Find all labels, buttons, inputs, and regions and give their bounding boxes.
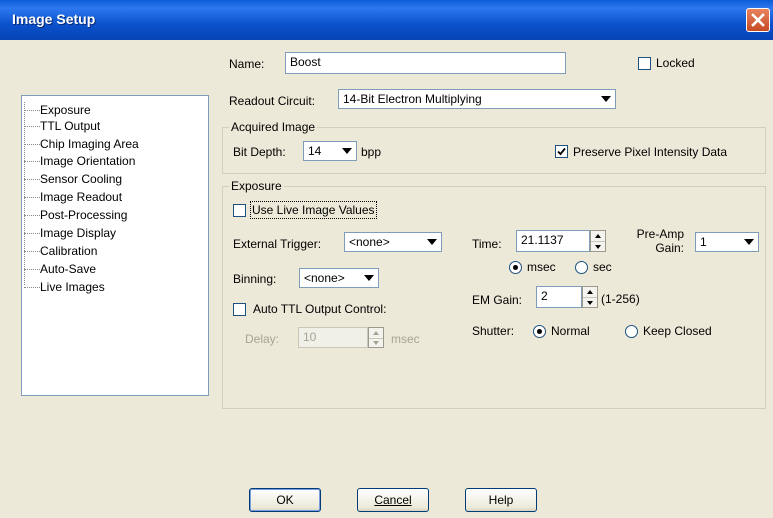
ok-button-label: OK xyxy=(276,493,294,507)
close-button[interactable] xyxy=(746,8,770,32)
sec-label: sec xyxy=(593,260,612,274)
tree-item-label: TTL Output xyxy=(40,119,101,133)
help-button[interactable]: Help xyxy=(465,488,537,512)
spin-down-icon[interactable] xyxy=(369,337,383,348)
tree-item-label: Post-Processing xyxy=(40,208,128,222)
window-title: Image Setup xyxy=(12,11,96,27)
tree-item-label: Auto-Save xyxy=(40,262,97,276)
tree-item-label: Chip Imaging Area xyxy=(40,137,139,151)
tree-item-label: Sensor Cooling xyxy=(40,172,123,186)
help-button-label: Help xyxy=(488,493,514,507)
pre-amp-label-line2: Gain: xyxy=(655,241,684,255)
em-gain-label: EM Gain: xyxy=(472,293,523,307)
delay-label: Delay: xyxy=(245,332,280,346)
tree-item-label: Image Orientation xyxy=(40,154,136,168)
checkmark-icon xyxy=(557,147,566,156)
delay-unit-label: msec xyxy=(391,332,420,346)
tree-item-label: Calibration xyxy=(40,244,98,258)
bit-depth-select[interactable]: 14 xyxy=(303,141,357,161)
readout-circuit-value: 14-Bit Electron Multiplying xyxy=(343,92,482,106)
binning-select[interactable]: <none> xyxy=(299,268,379,288)
sec-radio[interactable] xyxy=(575,261,588,274)
spin-down-icon[interactable] xyxy=(591,241,605,251)
msec-radio[interactable] xyxy=(509,261,522,274)
exposure-title: Exposure xyxy=(229,178,284,194)
delay-input[interactable]: 10 xyxy=(298,327,368,348)
acquired-image-title: Acquired Image xyxy=(229,119,318,135)
tree-item-label: Image Readout xyxy=(40,190,123,204)
external-trigger-label: External Trigger: xyxy=(233,237,322,251)
readout-circuit-select[interactable]: 14-Bit Electron Multiplying xyxy=(338,89,616,109)
shutter-normal-label: Normal xyxy=(551,324,590,338)
cancel-button[interactable]: Cancel xyxy=(357,488,429,512)
binning-value: <none> xyxy=(304,271,345,285)
title-bar[interactable] xyxy=(0,0,773,40)
em-gain-input[interactable]: 2 xyxy=(536,286,582,308)
pre-amp-label-line1: Pre-Amp xyxy=(636,227,684,241)
spin-down-icon[interactable] xyxy=(583,297,597,307)
shutter-label: Shutter: xyxy=(472,324,515,338)
readout-circuit-label: Readout Circuit: xyxy=(229,94,316,108)
shutter-keep-closed-radio[interactable] xyxy=(625,325,638,338)
pre-amp-gain-label: Pre-Amp Gain: xyxy=(632,227,684,255)
bit-depth-value: 14 xyxy=(308,144,322,158)
external-trigger-value: <none> xyxy=(349,235,390,249)
external-trigger-select[interactable]: <none> xyxy=(344,232,442,252)
close-icon xyxy=(751,13,765,27)
pre-amp-gain-select[interactable]: 1 xyxy=(695,232,759,252)
chevron-down-icon xyxy=(361,270,377,286)
use-live-image-values-checkbox[interactable] xyxy=(233,204,246,217)
use-live-image-values-label: Use Live Image Values xyxy=(250,201,377,219)
em-gain-range-label: (1-256) xyxy=(601,292,640,306)
time-label: Time: xyxy=(472,237,502,251)
chevron-down-icon xyxy=(741,234,757,250)
name-label: Name: xyxy=(229,57,265,71)
time-input[interactable]: 21.1137 xyxy=(516,230,590,252)
name-input[interactable]: Boost xyxy=(285,52,566,74)
settings-tree[interactable]: Exposure TTL Output Chip Imaging Area Im… xyxy=(21,95,209,396)
chevron-down-icon xyxy=(424,234,440,250)
spin-up-icon[interactable] xyxy=(369,328,383,338)
ok-button[interactable]: OK xyxy=(249,488,321,512)
chevron-down-icon xyxy=(339,143,355,159)
shutter-keep-closed-label: Keep Closed xyxy=(643,324,712,338)
preserve-pixel-intensity-label: Preserve Pixel Intensity Data xyxy=(573,145,728,159)
msec-label: msec xyxy=(527,260,556,274)
locked-label: Locked xyxy=(656,56,695,70)
tree-item-label: Exposure xyxy=(40,103,91,117)
auto-ttl-output-label: Auto TTL Output Control: xyxy=(253,302,387,316)
cancel-button-label: Cancel xyxy=(374,493,412,507)
shutter-normal-radio[interactable] xyxy=(533,325,546,338)
preserve-pixel-intensity-checkbox[interactable] xyxy=(555,145,568,158)
binning-label: Binning: xyxy=(233,272,277,286)
bpp-label: bpp xyxy=(361,145,382,159)
locked-checkbox[interactable] xyxy=(638,57,651,70)
spin-up-icon[interactable] xyxy=(583,287,597,297)
tree-item-label: Image Display xyxy=(40,226,117,240)
em-gain-spinner[interactable] xyxy=(582,286,598,308)
bit-depth-label: Bit Depth: xyxy=(233,145,286,159)
spin-up-icon[interactable] xyxy=(591,231,605,241)
auto-ttl-output-checkbox[interactable] xyxy=(233,303,246,316)
delay-spinner[interactable] xyxy=(368,327,384,348)
pre-amp-gain-value: 1 xyxy=(700,235,707,249)
time-spinner[interactable] xyxy=(590,230,606,252)
chevron-down-icon xyxy=(598,91,614,107)
tree-connector-line xyxy=(24,102,25,285)
tree-item-label: Live Images xyxy=(40,280,105,294)
